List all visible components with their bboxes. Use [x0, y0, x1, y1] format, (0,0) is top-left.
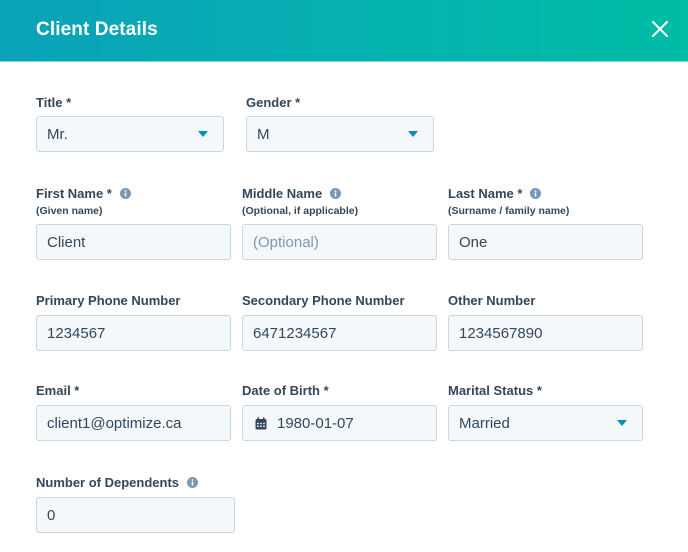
primary-phone-field: Primary Phone Number — [36, 292, 181, 308]
dob-field: Date of Birth * — [242, 382, 329, 398]
primary-phone-input[interactable]: 1234567 — [36, 315, 231, 351]
first-name-value: Client — [47, 233, 86, 251]
secondary-phone-field: Secondary Phone Number — [242, 292, 405, 308]
last-name-label: Last Name * — [448, 185, 523, 201]
title-label: Title * — [36, 94, 72, 110]
email-value: client1@optimize.ca — [47, 414, 182, 432]
calendar-icon — [255, 416, 267, 429]
dependents-label: Number of Dependents — [36, 474, 180, 490]
gender-label: Gender * — [246, 94, 301, 110]
secondary-phone-input[interactable]: 6471234567 — [242, 315, 437, 351]
marital-status-label: Marital Status * — [448, 382, 542, 398]
middle-name-sublabel: (Optional, if applicable) — [242, 205, 359, 217]
dob-value: 1980-01-07 — [277, 414, 354, 432]
email-field: Email * — [36, 382, 79, 398]
title-value: Mr. — [47, 125, 68, 143]
dependents-field: Number of Dependents — [36, 474, 199, 490]
other-number-input[interactable]: 1234567890 — [448, 315, 643, 351]
gender-field: Gender * — [246, 94, 300, 110]
first-name-label: First Name * — [36, 185, 112, 201]
middle-name-input[interactable]: (Optional) — [242, 224, 437, 260]
close-icon — [652, 21, 668, 37]
info-icon[interactable] — [530, 187, 542, 199]
chevron-down-icon — [617, 420, 627, 426]
dialog-title: Client Details — [36, 19, 158, 40]
dob-input[interactable]: 1980-01-07 — [242, 405, 437, 441]
close-button[interactable] — [648, 17, 672, 41]
middle-name-field: Middle Name (Optional, if applicable) — [242, 185, 358, 218]
dob-label: Date of Birth * — [242, 382, 329, 398]
marital-status-field: Marital Status * — [448, 382, 542, 398]
first-name-input[interactable]: Client — [36, 224, 231, 260]
chevron-down-icon — [198, 131, 208, 137]
email-label: Email * — [36, 382, 80, 398]
info-icon[interactable] — [119, 187, 131, 199]
middle-name-label: Middle Name — [242, 185, 323, 201]
first-name-sublabel: (Given name) — [36, 205, 103, 217]
primary-phone-value: 1234567 — [47, 324, 106, 342]
primary-phone-label: Primary Phone Number — [36, 292, 181, 308]
other-number-label: Other Number — [448, 292, 536, 308]
middle-name-placeholder: (Optional) — [253, 233, 319, 251]
last-name-sublabel: (Surname / family name) — [448, 205, 570, 217]
gender-value: M — [257, 125, 270, 143]
title-field: Title * — [36, 94, 71, 110]
email-input[interactable]: client1@optimize.ca — [36, 405, 231, 441]
dialog-header: Client Details — [0, 0, 688, 62]
last-name-field: Last Name * (Surname / family name) — [448, 185, 569, 218]
chevron-down-icon — [408, 131, 418, 137]
dependents-value: 0 — [47, 506, 56, 524]
info-icon[interactable] — [330, 187, 342, 199]
secondary-phone-label: Secondary Phone Number — [242, 292, 405, 308]
last-name-input[interactable]: One — [448, 224, 643, 260]
last-name-value: One — [459, 233, 488, 251]
secondary-phone-value: 6471234567 — [253, 324, 337, 342]
first-name-field: First Name * (Given name) — [36, 185, 131, 218]
dependents-input[interactable]: 0 — [36, 497, 235, 533]
other-number-value: 1234567890 — [459, 324, 543, 342]
title-select[interactable]: Mr. — [36, 116, 224, 152]
gender-select[interactable]: M — [246, 116, 434, 152]
info-icon[interactable] — [187, 476, 199, 488]
marital-status-value: Married — [459, 414, 510, 432]
other-number-field: Other Number — [448, 292, 535, 308]
marital-status-select[interactable]: Married — [448, 405, 643, 441]
